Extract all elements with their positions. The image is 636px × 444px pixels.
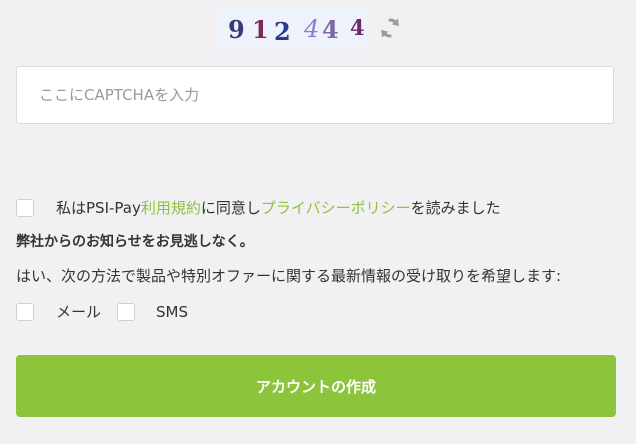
captcha-image: 9 1 2 4 4 4 — [218, 6, 368, 50]
refresh-icon[interactable] — [378, 16, 402, 40]
terms-link[interactable]: 利用規約 — [141, 199, 201, 217]
captcha-char: 9 — [228, 15, 245, 44]
sms-checkbox[interactable] — [117, 303, 135, 321]
terms-text: 私はPSI-Pay利用規約に同意しプライバシーポリシーを読みました — [56, 198, 501, 218]
captcha-input[interactable] — [16, 66, 614, 124]
email-option-label: メール — [56, 303, 102, 321]
marketing-description: はい、次の方法で製品や特別オファーに関する最新情報の受け取りを希望します: — [16, 267, 562, 285]
captcha-row: 9 1 2 4 4 4 — [218, 6, 402, 50]
terms-middle: に同意し — [200, 199, 261, 217]
captcha-char: 4 — [304, 15, 320, 43]
terms-prefix: 私はPSI-Pay — [56, 199, 141, 217]
terms-suffix: を読みました — [410, 199, 501, 217]
privacy-link[interactable]: プライバシーポリシー — [261, 199, 411, 217]
captcha-char: 4 — [350, 15, 365, 40]
create-account-button[interactable]: アカウントの作成 — [16, 355, 616, 417]
sms-option-label: SMS — [156, 303, 188, 321]
terms-checkbox[interactable] — [16, 199, 34, 217]
captcha-char: 4 — [322, 15, 339, 44]
marketing-heading: 弊社からのお知らせをお見逃しなく。 — [16, 234, 254, 250]
email-checkbox[interactable] — [16, 303, 34, 321]
captcha-char: 1 — [252, 15, 269, 44]
captcha-char: 2 — [274, 17, 291, 46]
